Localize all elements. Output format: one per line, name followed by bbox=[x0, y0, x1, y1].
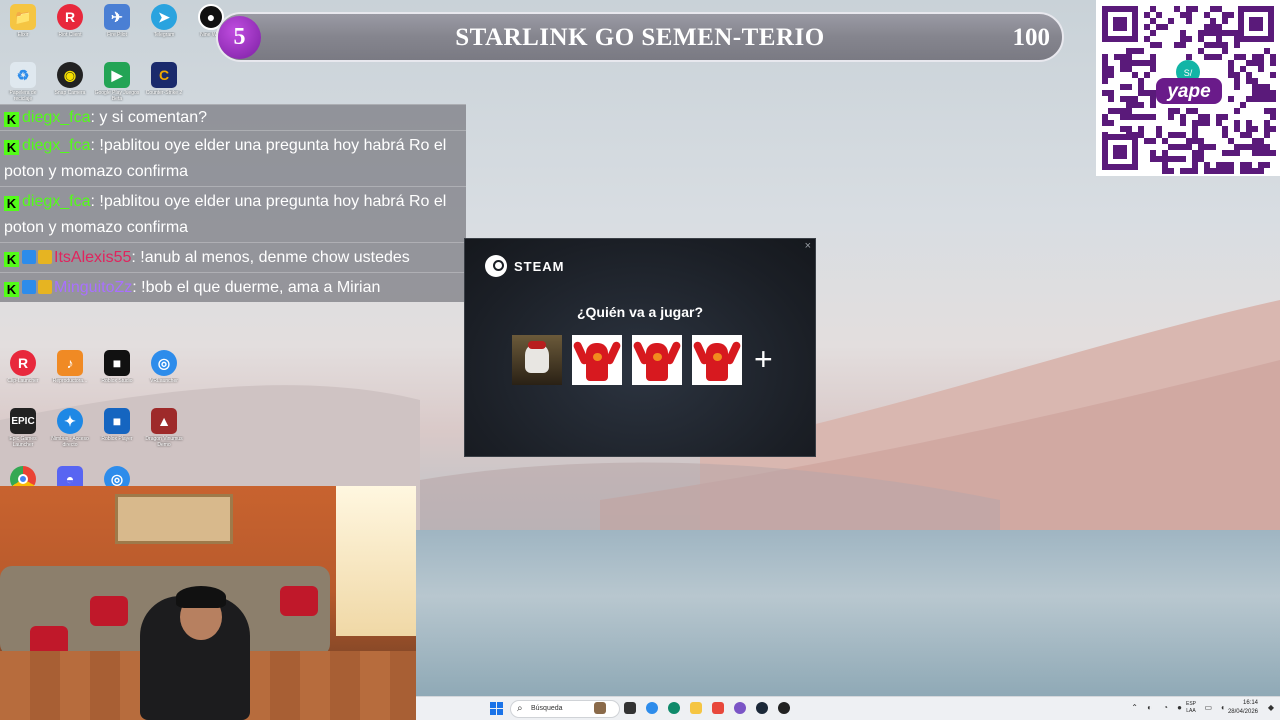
steam-icon bbox=[485, 255, 507, 277]
kick-badge-icon: K bbox=[4, 252, 19, 267]
subscriber-badge-icon bbox=[22, 280, 36, 294]
desktop-icon-google-play-games[interactable]: ▶ Google Play Juegos Beta bbox=[94, 62, 140, 102]
account-list: + bbox=[512, 335, 773, 385]
kick-badge-icon: K bbox=[4, 140, 19, 155]
chat-username: ItsAlexis55 bbox=[54, 249, 132, 266]
music-icon: ♪ bbox=[57, 350, 83, 376]
chat-username: diegx_fca bbox=[22, 193, 91, 210]
brave-icon[interactable] bbox=[712, 702, 724, 714]
pilot-icon: ✈ bbox=[104, 4, 130, 30]
account-avatar-1[interactable] bbox=[512, 335, 562, 385]
chat-text: : !anub al menos, denme chow ustedes bbox=[131, 249, 410, 266]
yape-qr-code: S/ yape bbox=[1096, 0, 1280, 176]
network-icon[interactable]: ◔ bbox=[1163, 703, 1168, 713]
roblox-studio-icon: ■ bbox=[104, 350, 130, 376]
play-icon: ▶ bbox=[104, 62, 130, 88]
desktop-icon-roblox-studio[interactable]: ■ Roblox Studio bbox=[94, 350, 140, 390]
mic-icon[interactable]: ● bbox=[1177, 703, 1182, 713]
stream-chat-overlay: Kdiegx_fca: y si comentan? Kdiegx_fca: !… bbox=[0, 104, 466, 316]
qr-code-icon: S/ yape bbox=[1100, 4, 1276, 174]
desktop-icon-nimbus[interactable]: ✦ Nimbus - Acceso directo bbox=[47, 408, 93, 448]
steam-account-picker-dialog: × STEAM ¿Quién va a jugar? + bbox=[464, 238, 816, 457]
chat-username: MinguitoZz bbox=[54, 279, 133, 296]
desktop-wallpaper-lake bbox=[416, 530, 1280, 696]
tray-icon[interactable]: ◐ bbox=[1147, 703, 1152, 713]
chat-username: diegx_fca bbox=[22, 137, 91, 154]
desktop-icon-fire-pilot[interactable]: ✈ Fire Pilot bbox=[94, 4, 140, 44]
add-account-button[interactable]: + bbox=[754, 335, 773, 385]
chat-text: : !bob el que duerme, ama a Mirian bbox=[132, 279, 381, 296]
chat-message: Kdiegx_fca: !pablitou oye elder una preg… bbox=[0, 130, 466, 186]
app-taskbar-icon[interactable] bbox=[778, 702, 790, 714]
language-indicator[interactable]: ESP LAA bbox=[1186, 701, 1196, 715]
taskbar-clock[interactable]: 16:14 28/04/2026 bbox=[1228, 699, 1258, 717]
epic-games-icon: EPIC bbox=[10, 408, 36, 434]
file-explorer-icon[interactable] bbox=[690, 702, 702, 714]
goal-title: STARLINK GO SEMEN-TERIO bbox=[455, 24, 825, 51]
riot-icon: R bbox=[10, 350, 36, 376]
windows-taskbar: Búsqueda ⌃ ◐ ◔ ● ESPLAA ▭ ◖ 16:14 28/04/… bbox=[416, 696, 1280, 720]
search-highlight-icon[interactable] bbox=[594, 702, 606, 714]
kick-badge-icon: K bbox=[4, 196, 19, 211]
subscriber-badge-icon bbox=[22, 250, 36, 264]
desktop-icon-elixir[interactable]: 📁 Elixir bbox=[0, 4, 46, 44]
desktop-icon-snap-camera[interactable]: ◉ Snap Camera bbox=[47, 62, 93, 102]
notification-bell-icon[interactable]: ◆ bbox=[1268, 703, 1274, 713]
chat-username: diegx_fca bbox=[22, 109, 91, 126]
account-avatar-2[interactable] bbox=[572, 335, 622, 385]
volume-icon[interactable]: ◖ bbox=[1220, 703, 1225, 713]
kick-badge-icon: K bbox=[4, 282, 19, 297]
cs-icon: C bbox=[151, 62, 177, 88]
chat-message: Kdiegx_fca: !pablitou oye elder una preg… bbox=[0, 186, 466, 242]
chat-text: : y si comentan? bbox=[90, 109, 208, 126]
roblox-icon: ■ bbox=[104, 408, 130, 434]
edge-icon[interactable] bbox=[668, 702, 680, 714]
task-view-icon[interactable] bbox=[624, 702, 636, 714]
goal-count: 100 bbox=[1012, 24, 1051, 51]
desktop-icon-clip-launcher[interactable]: R Clip-Launcher bbox=[0, 350, 46, 390]
copilot-icon[interactable] bbox=[646, 702, 658, 714]
account-avatar-3[interactable] bbox=[632, 335, 682, 385]
desktop-icon-telegram[interactable]: ➤ Telegram bbox=[141, 4, 187, 44]
chat-message: K ItsAlexis55: !anub al menos, denme chow… bbox=[0, 242, 466, 272]
camera-icon: ◉ bbox=[57, 62, 83, 88]
chevron-up-icon[interactable]: ⌃ bbox=[1131, 703, 1138, 713]
folder-icon: 📁 bbox=[10, 4, 36, 30]
gift-badge-icon bbox=[38, 280, 52, 294]
close-button[interactable]: × bbox=[805, 240, 811, 252]
nimbus-icon: ✦ bbox=[57, 408, 83, 434]
dialog-question: ¿Quién va a jugar? bbox=[576, 304, 704, 320]
stream-goal-banner: 5 STARLINK GO SEMEN-TERIO 100 bbox=[216, 12, 1064, 62]
svg-text:yape: yape bbox=[1166, 81, 1211, 102]
steam-logo: STEAM bbox=[485, 255, 565, 277]
kick-badge-icon: K bbox=[4, 112, 19, 127]
discord-taskbar-icon[interactable] bbox=[734, 702, 746, 714]
svg-text:S/: S/ bbox=[1184, 68, 1193, 78]
desktop-icon-vrlauncher[interactable]: ◎ VRLauncher bbox=[141, 350, 187, 390]
gift-badge-icon bbox=[38, 250, 52, 264]
desktop-icon-recycle-bin[interactable]: ♻ Papelera de reciclaje bbox=[0, 62, 46, 102]
desktop-icon-dragon-demo[interactable]: ▲ Dragon Vinumus Demo bbox=[141, 408, 187, 448]
desktop-icon-riot-client[interactable]: R Riot Client bbox=[47, 4, 93, 44]
start-button[interactable] bbox=[490, 702, 503, 715]
recycle-bin-icon: ♻ bbox=[10, 62, 36, 88]
chat-message: K MinguitoZz: !bob el que duerme, ama a M… bbox=[0, 272, 466, 302]
game-icon: ▲ bbox=[151, 408, 177, 434]
launcher-icon: ◎ bbox=[151, 350, 177, 376]
telegram-icon: ➤ bbox=[151, 4, 177, 30]
chat-message: Kdiegx_fca: y si comentan? bbox=[0, 104, 466, 130]
steam-taskbar-icon[interactable] bbox=[756, 702, 768, 714]
riot-icon: R bbox=[57, 4, 83, 30]
desktop-icon-counter-strike[interactable]: C Counter-Strike 2 bbox=[141, 62, 187, 102]
desktop-icon-roblox-player[interactable]: ■ Roblox Player bbox=[94, 408, 140, 448]
webcam-feed bbox=[0, 486, 416, 720]
desktop-icon-music-player[interactable]: ♪ Reproductora... bbox=[47, 350, 93, 390]
desktop-icon-epic-games[interactable]: EPIC Epic Games Launcher bbox=[0, 408, 46, 448]
steam-brand-text: STEAM bbox=[514, 258, 565, 274]
monitor-icon[interactable]: ▭ bbox=[1204, 703, 1212, 713]
account-avatar-4[interactable] bbox=[692, 335, 742, 385]
